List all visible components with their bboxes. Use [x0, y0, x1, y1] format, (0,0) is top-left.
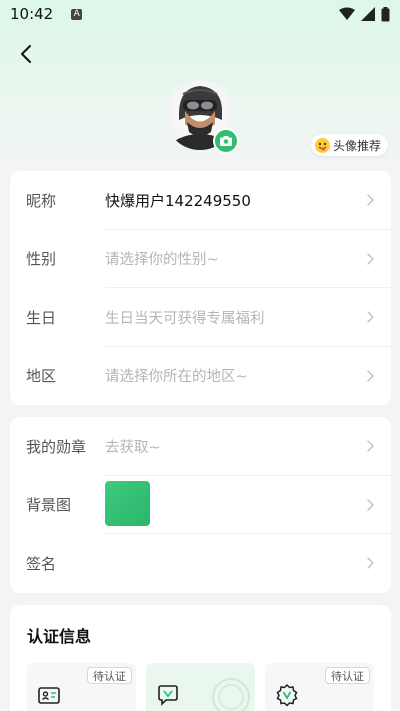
- id-card-icon: [38, 687, 60, 704]
- verified-chat-icon: [158, 685, 178, 706]
- app-notification-icon: A: [71, 8, 83, 20]
- gender-row[interactable]: 性别 请选择你的性别~: [10, 230, 391, 288]
- battery-icon: [381, 6, 390, 21]
- region-placeholder: 请选择你所在的地区~: [105, 369, 248, 386]
- certification-item[interactable]: 待认证: [27, 663, 136, 711]
- signature-label: 签名: [26, 554, 57, 573]
- avatar-container[interactable]: [165, 80, 239, 154]
- nickname-value: 快爆用户142249550: [105, 191, 251, 210]
- certification-item[interactable]: 待认证: [265, 663, 374, 711]
- background-row[interactable]: 背景图: [10, 476, 391, 534]
- medal-placeholder: 去获取~: [105, 439, 161, 456]
- nickname-row[interactable]: 昵称 快爆用户142249550: [10, 171, 391, 230]
- camera-icon: [220, 136, 232, 146]
- certification-item[interactable]: [146, 663, 255, 711]
- region-row[interactable]: 地区 请选择你所在的地区~: [10, 347, 391, 406]
- birthday-placeholder: 生日当天可获得专属福利: [105, 310, 265, 327]
- change-avatar-button[interactable]: [213, 128, 239, 154]
- profile-info-card: 昵称 快爆用户142249550 性别 请选择你的性别~ 生日 生日当天可获得专…: [10, 171, 391, 405]
- stamp-watermark-icon: [212, 678, 250, 711]
- region-label: 地区: [26, 367, 57, 386]
- chevron-left-icon: [21, 45, 31, 63]
- status-bar: 10:42 A: [0, 0, 400, 28]
- background-thumbnail[interactable]: [105, 480, 150, 526]
- avatar-recommend-button[interactable]: 头像推荐: [310, 134, 388, 156]
- chevron-right-icon: [367, 370, 374, 382]
- status-time: 10:42: [10, 5, 54, 23]
- chevron-right-icon: [367, 194, 374, 206]
- verified-badge-icon: [276, 683, 298, 707]
- profile-extras-card: 我的勋章 去获取~ 背景图 签名: [10, 417, 391, 593]
- certification-card: 认证信息 待认证 待认证: [10, 605, 391, 711]
- birthday-row[interactable]: 生日 生日当天可获得专属福利: [10, 288, 391, 347]
- pending-badge: 待认证: [325, 667, 370, 684]
- chevron-right-icon: [367, 557, 374, 569]
- medal-row[interactable]: 我的勋章 去获取~: [10, 417, 391, 476]
- chevron-right-icon: [367, 499, 374, 511]
- medal-label: 我的勋章: [26, 437, 87, 456]
- gender-placeholder: 请选择你的性别~: [105, 252, 219, 269]
- signature-row[interactable]: 签名: [10, 534, 391, 593]
- chevron-right-icon: [367, 440, 374, 452]
- avatar-recommend-label: 头像推荐: [332, 138, 381, 153]
- certification-title: 认证信息: [27, 627, 92, 646]
- birthday-label: 生日: [26, 308, 57, 327]
- nickname-label: 昵称: [26, 191, 57, 210]
- pending-badge: 待认证: [87, 667, 132, 684]
- chevron-right-icon: [367, 311, 374, 323]
- chevron-right-icon: [367, 253, 374, 265]
- back-button[interactable]: [14, 42, 38, 66]
- emoji-tongue-icon: [314, 137, 330, 153]
- status-icons: [339, 6, 390, 22]
- signal-icon: [361, 7, 375, 21]
- gender-label: 性别: [26, 250, 57, 269]
- background-label: 背景图: [26, 496, 72, 515]
- wifi-icon: [339, 7, 355, 20]
